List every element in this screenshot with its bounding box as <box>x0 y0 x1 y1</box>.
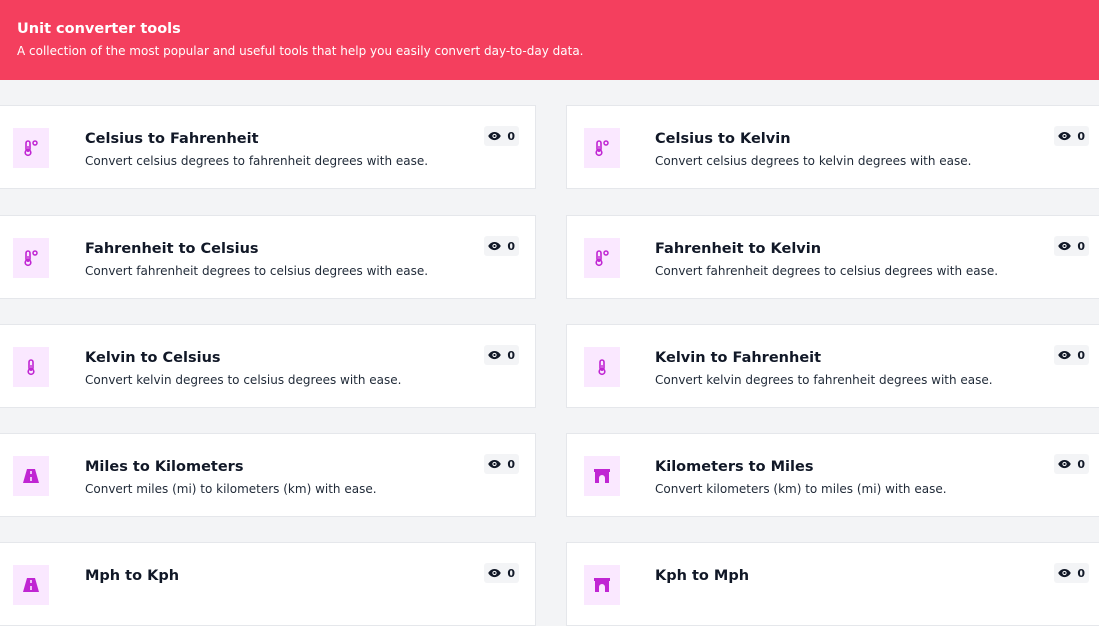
thermometer-degree-icon <box>13 238 49 278</box>
views-badge: 0 <box>484 563 519 583</box>
tool-card-mph-to-kph[interactable]: Mph to Kph 0 <box>0 542 536 626</box>
eye-icon <box>1058 241 1072 251</box>
tool-description: Convert kilometers (km) to miles (mi) wi… <box>655 482 947 496</box>
tool-card-kelvin-to-celsius[interactable]: Kelvin to Celsius Convert kelvin degrees … <box>0 324 536 408</box>
tool-description: Convert kelvin degrees to fahrenheit deg… <box>655 373 993 387</box>
views-badge: 0 <box>1054 563 1089 583</box>
page-header: Unit converter tools A collection of the… <box>0 0 1099 80</box>
thermometer-degree-icon <box>584 238 620 278</box>
tool-title[interactable]: Kelvin to Fahrenheit <box>655 349 821 367</box>
views-badge: 0 <box>1054 454 1089 474</box>
tool-description: Convert fahrenheit degrees to celsius de… <box>655 264 999 278</box>
tool-card-miles-to-kilometers[interactable]: Miles to Kilometers Convert miles (mi) to… <box>0 433 536 517</box>
tool-card-kilometers-to-miles[interactable]: Kilometers to Miles Convert kilometers (k… <box>566 433 1099 517</box>
views-badge: 0 <box>1054 126 1089 146</box>
views-count: 0 <box>1077 348 1085 362</box>
views-count: 0 <box>507 348 515 362</box>
tool-title[interactable]: Miles to Kilometers <box>85 458 243 476</box>
views-badge: 0 <box>484 236 519 256</box>
tool-card-fahrenheit-to-celsius[interactable]: Fahrenheit to Celsius Convert fahrenheit … <box>0 215 536 299</box>
eye-icon <box>1058 350 1072 360</box>
eye-icon <box>1058 131 1072 141</box>
eye-icon <box>1058 568 1072 578</box>
tool-card-celsius-to-kelvin[interactable]: Celsius to Kelvin Convert celsius degrees… <box>566 105 1099 189</box>
views-count: 0 <box>1077 129 1085 143</box>
views-badge: 0 <box>1054 236 1089 256</box>
views-count: 0 <box>507 457 515 471</box>
tool-description: Convert celsius degrees to kelvin degree… <box>655 154 972 168</box>
tool-description: Convert miles (mi) to kilometers (km) wi… <box>85 482 377 496</box>
tool-title[interactable]: Celsius to Kelvin <box>655 130 791 148</box>
road-icon <box>13 565 49 605</box>
thermometer-degree-icon <box>584 128 620 168</box>
tool-title[interactable]: Fahrenheit to Kelvin <box>655 240 821 258</box>
views-count: 0 <box>1077 566 1085 580</box>
thermometer-icon <box>13 347 49 387</box>
views-badge: 0 <box>484 345 519 365</box>
eye-icon <box>488 131 502 141</box>
archway-icon <box>584 456 620 496</box>
page-title: Unit converter tools <box>17 21 181 37</box>
eye-icon <box>488 241 502 251</box>
tool-description: Convert fahrenheit degrees to celsius de… <box>85 264 429 278</box>
road-icon <box>13 456 49 496</box>
views-count: 0 <box>1077 239 1085 253</box>
tool-title[interactable]: Mph to Kph <box>85 567 179 585</box>
views-count: 0 <box>507 239 515 253</box>
tool-card-kph-to-mph[interactable]: Kph to Mph 0 <box>566 542 1099 626</box>
views-count: 0 <box>1077 457 1085 471</box>
eye-icon <box>488 350 502 360</box>
views-badge: 0 <box>484 454 519 474</box>
archway-icon <box>584 565 620 605</box>
views-badge: 0 <box>1054 345 1089 365</box>
views-count: 0 <box>507 129 515 143</box>
tool-title[interactable]: Celsius to Fahrenheit <box>85 130 259 148</box>
tool-title[interactable]: Kph to Mph <box>655 567 749 585</box>
tool-title[interactable]: Fahrenheit to Celsius <box>85 240 259 258</box>
tool-description: Convert celsius degrees to fahrenheit de… <box>85 154 429 168</box>
eye-icon <box>488 568 502 578</box>
tool-title[interactable]: Kilometers to Miles <box>655 458 813 476</box>
tool-card-kelvin-to-fahrenheit[interactable]: Kelvin to Fahrenheit Convert kelvin degre… <box>566 324 1099 408</box>
eye-icon <box>1058 459 1072 469</box>
eye-icon <box>488 459 502 469</box>
tool-description: Convert kelvin degrees to celsius degree… <box>85 373 402 387</box>
tool-title[interactable]: Kelvin to Celsius <box>85 349 221 367</box>
views-count: 0 <box>507 566 515 580</box>
page-subtitle: A collection of the most popular and use… <box>17 44 584 58</box>
thermometer-degree-icon <box>13 128 49 168</box>
tool-card-fahrenheit-to-kelvin[interactable]: Fahrenheit to Kelvin Convert fahrenheit d… <box>566 215 1099 299</box>
views-badge: 0 <box>484 126 519 146</box>
tool-card-celsius-to-fahrenheit[interactable]: Celsius to Fahrenheit Convert celsius deg… <box>0 105 536 189</box>
thermometer-icon <box>584 347 620 387</box>
